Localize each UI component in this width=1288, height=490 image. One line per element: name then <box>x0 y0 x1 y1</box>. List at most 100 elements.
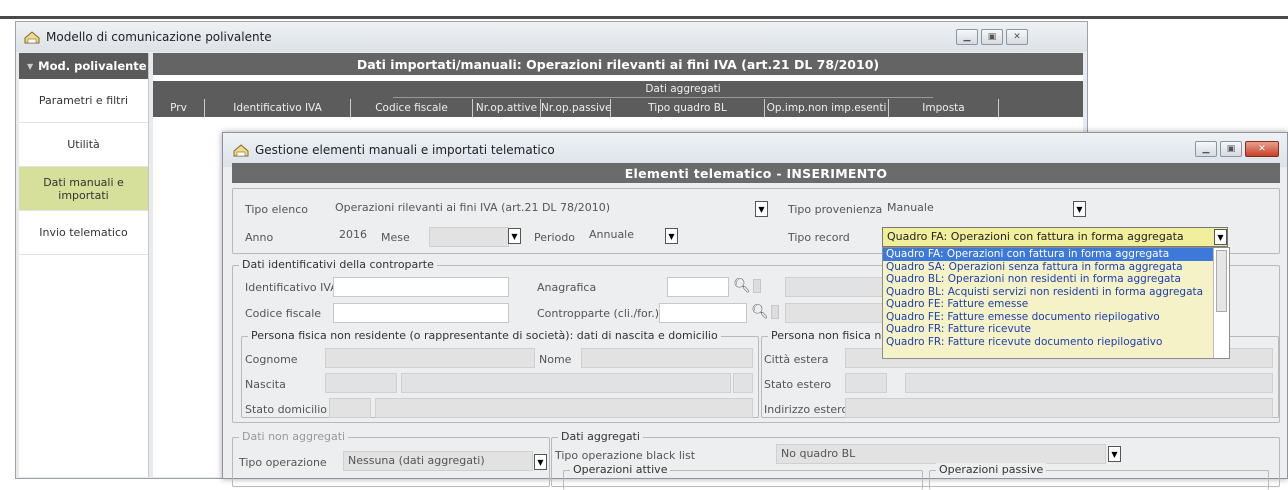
close-button[interactable]: ✕ <box>1006 29 1028 45</box>
cognome-label: Cognome <box>245 353 298 366</box>
tipo-black-list-field[interactable]: No quadro BL <box>776 444 1106 464</box>
app-icon <box>24 30 40 43</box>
anno-label: Anno <box>245 231 274 244</box>
column-headers: Prv Identificativo IVA Codice fiscale Nr… <box>153 99 999 117</box>
minimize-button[interactable]: ▁ <box>956 29 978 45</box>
anno-field[interactable]: 2016 <box>335 226 373 246</box>
indirizzo-estero-label: Indirizzo estero <box>764 403 849 416</box>
chevron-down-icon: ▼ <box>668 231 675 241</box>
column-identificativo-iva[interactable]: Identificativo IVA <box>205 99 351 117</box>
stato-domicilio-code-field[interactable] <box>329 398 371 418</box>
tipo-record-label: Tipo record <box>788 231 850 244</box>
nome-field[interactable] <box>581 348 753 368</box>
tipo-record-option[interactable]: Quadro BL: Operazioni non residenti in f… <box>883 273 1229 286</box>
nascita-data-field[interactable] <box>325 373 397 393</box>
column-prv[interactable]: Prv <box>153 99 205 117</box>
id-iva-input[interactable] <box>333 277 509 297</box>
operazioni-attive-group: Operazioni attive <box>563 463 923 490</box>
mese-field[interactable] <box>429 227 509 247</box>
maximize-button[interactable]: ▣ <box>1220 141 1242 157</box>
tipo-elenco-field[interactable]: Operazioni rilevanti ai fini IVA (art.21… <box>331 199 761 219</box>
dialog-title: Gestione elementi manuali e importati te… <box>255 143 555 157</box>
controparte-label: Contropparte (cli./for.) <box>537 307 660 320</box>
maximize-icon: ▣ <box>1226 144 1236 154</box>
sidebar-item-parametri[interactable]: Parametri e filtri <box>19 79 148 123</box>
tipo-elenco-dropdown-button[interactable]: ▼ <box>755 201 768 217</box>
list-scrollbar[interactable] <box>1213 248 1229 358</box>
group-divider <box>393 97 933 98</box>
tipo-black-list-label: Tipo operazione black list <box>555 449 696 462</box>
anagrafica-desc-field <box>785 277 883 297</box>
sidebar-header-label: Mod. polivalente <box>38 59 147 73</box>
controparte-group-title: Dati identificativi della controparte <box>239 258 437 271</box>
dialog-controls: ▁ ▣ ✕ <box>1195 141 1279 157</box>
scrollbar-thumb[interactable] <box>1216 250 1227 312</box>
nascita-prov-field[interactable] <box>733 373 753 393</box>
sidebar-header[interactable]: ▼ Mod. polivalente <box>19 53 148 79</box>
tipo-elenco-label: Tipo elenco <box>245 203 308 216</box>
tipo-record-option[interactable]: Quadro FA: Operazioni con fattura in for… <box>883 248 1229 261</box>
tipo-provenienza-field[interactable]: Manuale <box>883 199 1079 219</box>
column-nr-op-attive[interactable]: Nr.op.attive <box>473 99 541 117</box>
chevron-down-icon: ▼ <box>1076 204 1083 214</box>
search-icon[interactable]: 🔍︎ <box>751 303 769 321</box>
periodo-dropdown-button[interactable]: ▼ <box>665 228 678 244</box>
dialog-titlebar: Gestione elementi manuali e importati te… <box>223 133 1287 167</box>
dialog-header: Elementi telematico - INSERIMENTO <box>232 163 1280 183</box>
stato-estero-desc-field[interactable] <box>905 373 1273 393</box>
tipo-record-dropdown-button[interactable]: ▼ <box>1214 229 1227 245</box>
chevron-down-icon: ▼ <box>1217 232 1224 242</box>
codice-fiscale-label: Codice fiscale <box>245 307 322 320</box>
chevron-down-icon: ▼ <box>1111 449 1118 459</box>
tipo-black-list-dropdown-button[interactable]: ▼ <box>1108 446 1121 462</box>
close-button[interactable]: ✕ <box>1245 141 1279 157</box>
sidebar-item-label: Utilità <box>67 138 100 151</box>
clear-icon[interactable] <box>753 279 761 293</box>
column-codice-fiscale[interactable]: Codice fiscale <box>351 99 473 117</box>
sidebar-item-utilita[interactable]: Utilità <box>19 123 148 167</box>
tipo-operazione-label: Tipo operazione <box>239 456 327 469</box>
table-header: Dati aggregati Prv Identificativo IVA Co… <box>153 81 1083 117</box>
tipo-record-option[interactable]: Quadro FR: Fatture ricevute documento ri… <box>883 336 1229 349</box>
maximize-button[interactable]: ▣ <box>981 29 1003 45</box>
tipo-operazione-dropdown-button[interactable]: ▼ <box>534 454 547 470</box>
chevron-down-icon: ▼ <box>758 204 765 214</box>
tipo-record-option[interactable]: Quadro FE: Fatture emesse <box>883 298 1229 311</box>
tipo-record-select[interactable]: Quadro FA: Operazioni con fattura in for… <box>882 227 1228 247</box>
sidebar-item-label: Invio telematico <box>39 226 128 239</box>
stato-domicilio-desc-field[interactable] <box>375 398 753 418</box>
top-border <box>0 16 1288 19</box>
nascita-luogo-field[interactable] <box>401 373 731 393</box>
chevron-down-icon: ▼ <box>511 231 518 241</box>
tipo-record-option[interactable]: Quadro FR: Fatture ricevute <box>883 323 1229 336</box>
mese-dropdown-button[interactable]: ▼ <box>508 228 521 244</box>
periodo-field[interactable]: Annuale <box>585 226 665 246</box>
controparte-input[interactable] <box>659 303 747 323</box>
operazioni-passive-group-title: Operazioni passive <box>936 463 1047 476</box>
column-imposta[interactable]: Imposta <box>889 99 999 117</box>
column-nr-op-passive[interactable]: Nr.op.passive <box>541 99 611 117</box>
non-aggregati-group-title: Dati non aggregati <box>239 430 349 443</box>
id-iva-label: Identificativo IVA <box>245 281 338 294</box>
sidebar: ▼ Mod. polivalente Parametri e filtri Uti… <box>19 53 149 477</box>
sidebar-item-invio[interactable]: Invio telematico <box>19 211 148 255</box>
anagrafica-input[interactable] <box>667 277 729 297</box>
minimize-button[interactable]: ▁ <box>1195 141 1217 157</box>
tipo-record-option[interactable]: Quadro FE: Fatture emesse documento riep… <box>883 311 1229 324</box>
codice-fiscale-input[interactable] <box>333 303 509 323</box>
stato-domicilio-label: Stato domicilio <box>245 403 328 416</box>
tipo-operazione-field[interactable]: Nessuna (dati aggregati) <box>343 451 533 471</box>
sidebar-item-dati-manuali[interactable]: Dati manuali e importati <box>19 167 148 211</box>
tipo-record-option[interactable]: Quadro BL: Acquisti servizi non resident… <box>883 286 1229 299</box>
group-label: Dati aggregati <box>645 83 721 95</box>
tipo-provenienza-dropdown-button[interactable]: ▼ <box>1073 201 1086 217</box>
stato-estero-code-field[interactable] <box>845 373 887 393</box>
search-icon[interactable]: 🔍︎ <box>733 277 751 295</box>
close-icon: ✕ <box>1258 144 1266 154</box>
column-op-imp[interactable]: Op.imp.non imp.esenti <box>765 99 889 117</box>
cognome-field[interactable] <box>325 348 535 368</box>
column-tipo-quadro-bl[interactable]: Tipo quadro BL <box>611 99 765 117</box>
tipo-record-option[interactable]: Quadro SA: Operazioni senza fattura in f… <box>883 261 1229 274</box>
clear-icon[interactable] <box>771 305 779 319</box>
indirizzo-estero-field[interactable] <box>845 398 1273 418</box>
